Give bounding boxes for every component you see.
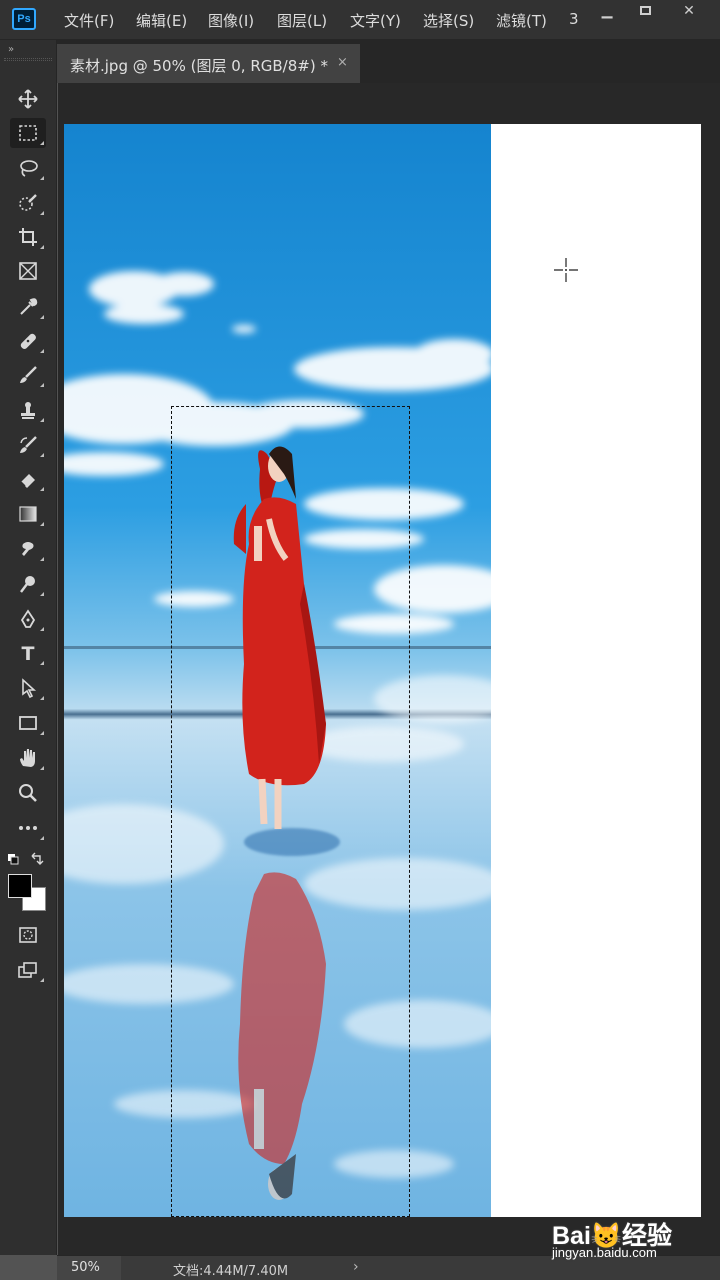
edit-toolbar[interactable] bbox=[10, 813, 46, 843]
svg-text:T: T bbox=[22, 643, 35, 664]
zoom-level-field[interactable]: 50% bbox=[57, 1256, 121, 1280]
eyedropper-icon bbox=[20, 298, 38, 315]
document-tab-title: 素材.jpg @ 50% (图层 0, RGB/8#) * bbox=[70, 57, 328, 75]
history-brush-tool[interactable] bbox=[10, 430, 46, 460]
quick-mask-button[interactable] bbox=[10, 920, 46, 950]
healing-brush-tool[interactable] bbox=[10, 326, 46, 356]
menu-type[interactable]: 文字(Y) bbox=[350, 10, 401, 31]
menu-filter[interactable]: 滤镜(T) bbox=[496, 10, 547, 31]
zoom-level-value: 50% bbox=[71, 1260, 100, 1275]
marquee-selection[interactable] bbox=[171, 406, 410, 1217]
screen-mode-button[interactable] bbox=[10, 955, 46, 985]
toolbox-grip[interactable] bbox=[4, 58, 52, 61]
collapse-toolbox-button[interactable]: » bbox=[8, 44, 14, 55]
frame-tool[interactable] bbox=[10, 256, 46, 286]
stamp-icon bbox=[21, 402, 35, 419]
document-canvas[interactable] bbox=[64, 124, 701, 1217]
ellipsis-icon bbox=[19, 826, 37, 830]
zoom-tool[interactable] bbox=[10, 778, 46, 808]
type-icon: T bbox=[22, 643, 35, 664]
menu-file[interactable]: 文件(F) bbox=[64, 10, 114, 31]
menu-select[interactable]: 选择(S) bbox=[423, 10, 474, 31]
gradient-tool[interactable] bbox=[10, 499, 46, 529]
frame-icon bbox=[19, 262, 37, 280]
document-tab[interactable]: 素材.jpg @ 50% (图层 0, RGB/8#) * × bbox=[57, 44, 360, 83]
close-window-button[interactable]: ✕ bbox=[670, 0, 708, 24]
rectangle-icon bbox=[19, 716, 37, 730]
menu-edit[interactable]: 编辑(E) bbox=[136, 10, 187, 31]
hand-tool[interactable] bbox=[10, 743, 46, 773]
rectangle-tool[interactable] bbox=[10, 708, 46, 738]
brush-tool[interactable] bbox=[10, 360, 46, 390]
eraser-tool[interactable] bbox=[10, 464, 46, 494]
crop-tool[interactable] bbox=[10, 222, 46, 252]
quick-selection-icon bbox=[19, 194, 37, 211]
path-selection-tool[interactable] bbox=[10, 673, 46, 703]
magnifier-icon bbox=[19, 784, 37, 802]
document-tab-bar: 素材.jpg @ 50% (图层 0, RGB/8#) * × bbox=[57, 40, 720, 83]
history-brush-icon bbox=[20, 436, 37, 453]
watermark-url: jingyan.baidu.com bbox=[552, 1245, 657, 1260]
arrow-icon bbox=[22, 678, 37, 699]
clone-stamp-tool[interactable] bbox=[10, 395, 46, 425]
marquee-icon bbox=[19, 125, 37, 141]
swap-colors-icon[interactable] bbox=[31, 852, 44, 865]
move-icon bbox=[18, 89, 38, 109]
maximize-button[interactable] bbox=[626, 0, 664, 24]
lasso-icon bbox=[20, 160, 38, 177]
menu-image[interactable]: 图像(I) bbox=[208, 10, 254, 31]
smudge-icon bbox=[22, 542, 34, 556]
gradient-icon bbox=[19, 506, 37, 522]
foreground-color-swatch[interactable] bbox=[8, 874, 32, 898]
menu-layer[interactable]: 图层(L) bbox=[277, 10, 327, 31]
quick-mask-icon bbox=[19, 927, 37, 943]
brush-icon bbox=[20, 366, 37, 383]
baidu-jingyan-watermark: Bai😺经验 jingyan.baidu.com bbox=[552, 1214, 720, 1264]
type-tool[interactable]: T bbox=[10, 638, 46, 668]
crop-icon bbox=[19, 228, 37, 246]
default-colors-icon[interactable] bbox=[8, 854, 19, 865]
close-document-icon[interactable]: × bbox=[337, 55, 348, 70]
move-tool[interactable] bbox=[10, 84, 46, 114]
pen-tool[interactable] bbox=[10, 604, 46, 634]
quick-selection-tool[interactable] bbox=[10, 188, 46, 218]
minimize-button[interactable]: ▁ bbox=[588, 0, 626, 24]
rectangular-marquee-tool[interactable] bbox=[10, 118, 46, 148]
menu-bar: Ps 文件(F) 编辑(E) 图像(I) 图层(L) 文字(Y) 选择(S) 滤… bbox=[0, 0, 720, 40]
smudge-tool[interactable] bbox=[10, 534, 46, 564]
bandage-icon bbox=[20, 333, 36, 349]
pen-icon bbox=[20, 609, 36, 628]
lasso-tool[interactable] bbox=[10, 153, 46, 183]
dodge-tool[interactable] bbox=[10, 569, 46, 599]
maximize-icon bbox=[639, 6, 651, 15]
canvas-workspace[interactable] bbox=[58, 83, 720, 1255]
color-swap-controls bbox=[8, 852, 44, 865]
menu-3d[interactable]: 3 bbox=[569, 10, 579, 28]
screen-mode-icon bbox=[18, 962, 37, 978]
crosshair-cursor-icon bbox=[554, 258, 578, 282]
toolbox: » T bbox=[0, 40, 57, 1255]
hand-icon bbox=[20, 749, 35, 767]
photoshop-logo: Ps bbox=[12, 8, 36, 30]
document-size-info: 文档:4.44M/7.40M bbox=[173, 1264, 289, 1279]
eyedropper-tool[interactable] bbox=[10, 292, 46, 322]
status-menu-arrow-icon[interactable]: › bbox=[353, 1259, 359, 1275]
eraser-icon bbox=[20, 474, 35, 488]
dodge-icon bbox=[20, 576, 35, 593]
